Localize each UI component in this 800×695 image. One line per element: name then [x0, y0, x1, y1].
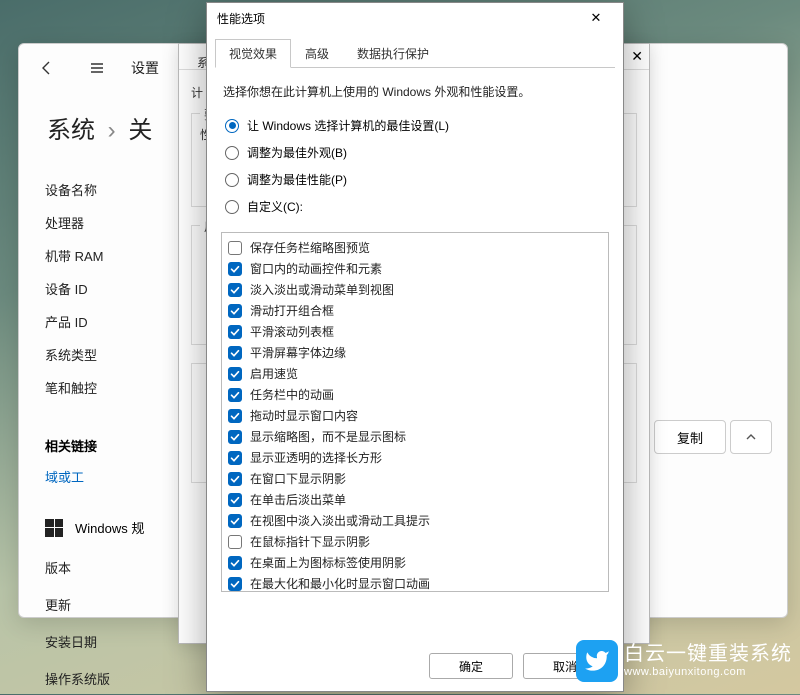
checkbox-icon	[228, 514, 242, 528]
copy-label: 复制	[677, 428, 703, 447]
checkbox-icon	[228, 346, 242, 360]
checkbox-icon	[228, 430, 242, 444]
check-row[interactable]: 在单击后淡出菜单	[228, 489, 602, 510]
checkbox-icon	[228, 535, 242, 549]
tab-advanced[interactable]: 高级	[291, 39, 343, 68]
check-label: 保存任务栏缩略图预览	[250, 239, 370, 256]
radio-label: 让 Windows 选择计算机的最佳设置(L)	[247, 117, 449, 134]
radio-label: 自定义(C):	[247, 198, 303, 215]
related-link-domain[interactable]: 域或工	[45, 463, 84, 490]
check-row[interactable]: 淡入淡出或滑动菜单到视图	[228, 279, 602, 300]
visual-effects-radio-group: 让 Windows 选择计算机的最佳设置(L) 调整为最佳外观(B) 调整为最佳…	[207, 112, 623, 226]
tab-visual-effects[interactable]: 视觉效果	[215, 39, 291, 68]
radio-icon	[225, 200, 239, 214]
expand-button[interactable]	[730, 420, 772, 454]
copy-button[interactable]: 复制	[654, 420, 726, 454]
check-label: 在单击后淡出菜单	[250, 491, 346, 508]
close-button[interactable]: ✕	[579, 7, 613, 29]
check-row[interactable]: 保存任务栏缩略图预览	[228, 237, 602, 258]
performance-options-dialog: 性能选项 ✕ 视觉效果 高级 数据执行保护 选择你想在此计算机上使用的 Wind…	[206, 2, 624, 692]
checkbox-icon	[228, 493, 242, 507]
checkbox-icon	[228, 451, 242, 465]
radio-best-performance[interactable]: 调整为最佳性能(P)	[225, 166, 605, 193]
checkbox-icon	[228, 367, 242, 381]
watermark-title: 白云一键重装系统	[624, 643, 792, 666]
radio-icon	[225, 119, 239, 133]
check-label: 拖动时显示窗口内容	[250, 407, 358, 424]
close-icon[interactable]: ✕	[631, 48, 643, 65]
check-row[interactable]: 拖动时显示窗口内容	[228, 405, 602, 426]
back-icon[interactable]	[31, 52, 63, 84]
radio-custom[interactable]: 自定义(C):	[225, 193, 605, 220]
checkbox-icon	[228, 325, 242, 339]
check-row[interactable]: 在视图中淡入淡出或滑动工具提示	[228, 510, 602, 531]
menu-icon[interactable]	[81, 52, 113, 84]
check-row[interactable]: 显示缩略图，而不是显示图标	[228, 426, 602, 447]
check-row[interactable]: 平滑屏幕字体边缘	[228, 342, 602, 363]
watermark-url: www.baiyunxitong.com	[624, 666, 792, 679]
radio-let-windows-choose[interactable]: 让 Windows 选择计算机的最佳设置(L)	[225, 112, 605, 139]
watermark-logo-icon	[576, 640, 618, 682]
check-label: 显示亚透明的选择长方形	[250, 449, 382, 466]
check-row[interactable]: 显示亚透明的选择长方形	[228, 447, 602, 468]
check-label: 在视图中淡入淡出或滑动工具提示	[250, 512, 430, 529]
checkbox-icon	[228, 304, 242, 318]
radio-label: 调整为最佳性能(P)	[247, 171, 347, 188]
check-row[interactable]: 在桌面上为图标标签使用阴影	[228, 552, 602, 573]
checkbox-icon	[228, 409, 242, 423]
windows-spec-label: Windows 规	[75, 518, 144, 537]
radio-best-appearance[interactable]: 调整为最佳外观(B)	[225, 139, 605, 166]
crumb-system[interactable]: 系统	[47, 117, 95, 144]
ok-label: 确定	[459, 658, 483, 675]
check-label: 淡入淡出或滑动菜单到视图	[250, 281, 394, 298]
watermark: 白云一键重装系统 www.baiyunxitong.com	[576, 640, 792, 682]
checkbox-icon	[228, 262, 242, 276]
settings-title: 设置	[131, 58, 159, 78]
radio-icon	[225, 173, 239, 187]
radio-icon	[225, 146, 239, 160]
check-label: 平滑滚动列表框	[250, 323, 334, 340]
crumb-about: 关	[128, 117, 152, 144]
checkbox-icon	[228, 283, 242, 297]
checkbox-icon	[228, 556, 242, 570]
check-label: 任务栏中的动画	[250, 386, 334, 403]
copy-controls: 复制	[654, 420, 772, 454]
check-label: 启用速览	[250, 365, 298, 382]
check-label: 窗口内的动画控件和元素	[250, 260, 382, 277]
effects-checklist[interactable]: 保存任务栏缩略图预览窗口内的动画控件和元素淡入淡出或滑动菜单到视图滑动打开组合框…	[221, 232, 609, 592]
windows-logo-icon	[45, 519, 63, 537]
check-row[interactable]: 任务栏中的动画	[228, 384, 602, 405]
check-row[interactable]: 滑动打开组合框	[228, 300, 602, 321]
radio-label: 调整为最佳外观(B)	[247, 144, 347, 161]
check-row[interactable]: 在窗口下显示阴影	[228, 468, 602, 489]
checkbox-icon	[228, 577, 242, 591]
dialog-title: 性能选项	[217, 10, 265, 27]
chevron-right-icon: ›	[102, 117, 122, 144]
check-label: 平滑屏幕字体边缘	[250, 344, 346, 361]
ok-button[interactable]: 确定	[429, 653, 513, 679]
check-label: 在桌面上为图标标签使用阴影	[250, 554, 406, 571]
checkbox-icon	[228, 241, 242, 255]
tab-dep[interactable]: 数据执行保护	[343, 39, 443, 68]
check-row[interactable]: 在最大化和最小化时显示窗口动画	[228, 573, 602, 592]
check-label: 滑动打开组合框	[250, 302, 334, 319]
checkbox-icon	[228, 388, 242, 402]
check-label: 在窗口下显示阴影	[250, 470, 346, 487]
check-row[interactable]: 平滑滚动列表框	[228, 321, 602, 342]
check-row[interactable]: 启用速览	[228, 363, 602, 384]
dialog-tabs: 视觉效果 高级 数据执行保护	[207, 33, 623, 68]
dialog-description: 选择你想在此计算机上使用的 Windows 外观和性能设置。	[207, 69, 623, 112]
check-label: 显示缩略图，而不是显示图标	[250, 428, 406, 445]
chevron-up-icon	[745, 431, 757, 443]
cancel-label: 取消	[553, 658, 577, 675]
checkbox-icon	[228, 472, 242, 486]
check-row[interactable]: 窗口内的动画控件和元素	[228, 258, 602, 279]
check-row[interactable]: 在鼠标指针下显示阴影	[228, 531, 602, 552]
check-label: 在最大化和最小化时显示窗口动画	[250, 575, 430, 592]
check-label: 在鼠标指针下显示阴影	[250, 533, 370, 550]
